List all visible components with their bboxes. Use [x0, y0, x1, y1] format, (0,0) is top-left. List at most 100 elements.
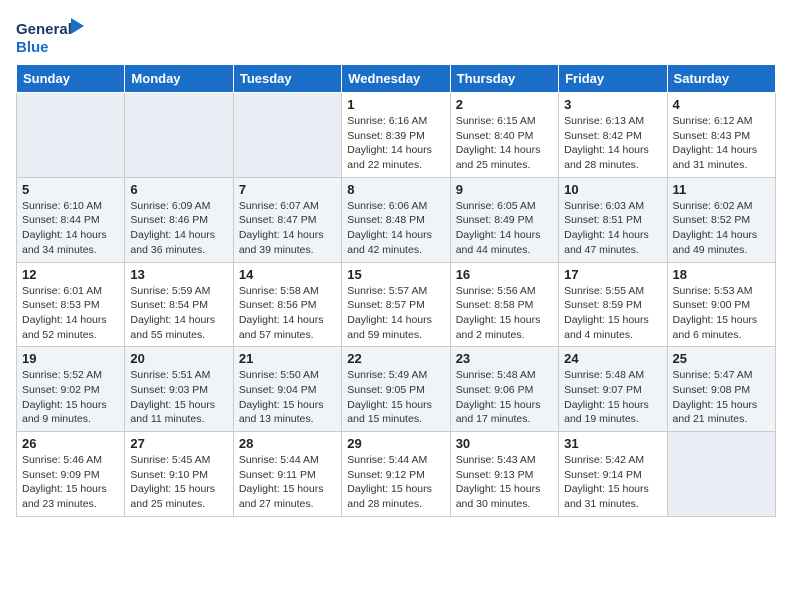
- day-number: 25: [673, 351, 770, 366]
- day-number: 27: [130, 436, 227, 451]
- day-info: Sunrise: 5:43 AM Sunset: 9:13 PM Dayligh…: [456, 453, 553, 512]
- day-number: 8: [347, 182, 444, 197]
- day-info: Sunrise: 6:05 AM Sunset: 8:49 PM Dayligh…: [456, 199, 553, 258]
- day-info: Sunrise: 5:51 AM Sunset: 9:03 PM Dayligh…: [130, 368, 227, 427]
- day-number: 12: [22, 267, 119, 282]
- calendar-cell: 13 Sunrise: 5:59 AM Sunset: 8:54 PM Dayli…: [125, 262, 233, 347]
- calendar-cell: 1Sunrise: 6:16 AM Sunset: 8:39 PM Daylig…: [342, 93, 450, 178]
- calendar-cell: 22 Sunrise: 5:49 AM Sunset: 9:05 PM Dayli…: [342, 347, 450, 432]
- day-number: 18: [673, 267, 770, 282]
- day-number: 3: [564, 97, 661, 112]
- calendar-cell: 15 Sunrise: 5:57 AM Sunset: 8:57 PM Dayli…: [342, 262, 450, 347]
- day-info: Sunrise: 5:56 AM Sunset: 8:58 PM Dayligh…: [456, 284, 553, 343]
- calendar-cell: 17 Sunrise: 5:55 AM Sunset: 8:59 PM Dayli…: [559, 262, 667, 347]
- calendar-table: SundayMondayTuesdayWednesdayThursdayFrid…: [16, 64, 776, 517]
- calendar-cell: 23Sunrise: 5:48 AM Sunset: 9:06 PM Dayli…: [450, 347, 558, 432]
- day-info: Sunrise: 6:03 AM Sunset: 8:51 PM Dayligh…: [564, 199, 661, 258]
- day-header-wednesday: Wednesday: [342, 65, 450, 93]
- day-info: Sunrise: 5:50 AM Sunset: 9:04 PM Dayligh…: [239, 368, 336, 427]
- day-info: Sunrise: 5:44 AM Sunset: 9:12 PM Dayligh…: [347, 453, 444, 512]
- calendar-cell: 5 Sunrise: 6:10 AM Sunset: 8:44 PM Daylig…: [17, 177, 125, 262]
- svg-text:Blue: Blue: [16, 39, 49, 56]
- calendar-cell: 20 Sunrise: 5:51 AM Sunset: 9:03 PM Dayli…: [125, 347, 233, 432]
- day-header-monday: Monday: [125, 65, 233, 93]
- calendar-cell: 28 Sunrise: 5:44 AM Sunset: 9:11 PM Dayli…: [233, 432, 341, 517]
- day-number: 11: [673, 182, 770, 197]
- day-info: Sunrise: 6:06 AM Sunset: 8:48 PM Dayligh…: [347, 199, 444, 258]
- day-info: Sunrise: 5:58 AM Sunset: 8:56 PM Dayligh…: [239, 284, 336, 343]
- calendar-cell: 7Sunrise: 6:07 AM Sunset: 8:47 PM Daylig…: [233, 177, 341, 262]
- day-info: Sunrise: 5:48 AM Sunset: 9:07 PM Dayligh…: [564, 368, 661, 427]
- calendar-cell: 8 Sunrise: 6:06 AM Sunset: 8:48 PM Daylig…: [342, 177, 450, 262]
- logo: GeneralBlue: [16, 16, 86, 56]
- day-header-saturday: Saturday: [667, 65, 775, 93]
- day-number: 30: [456, 436, 553, 451]
- calendar-header-row: SundayMondayTuesdayWednesdayThursdayFrid…: [17, 65, 776, 93]
- day-info: Sunrise: 5:48 AM Sunset: 9:06 PM Dayligh…: [456, 368, 553, 427]
- day-number: 24: [564, 351, 661, 366]
- day-number: 29: [347, 436, 444, 451]
- calendar-cell: 2Sunrise: 6:15 AM Sunset: 8:40 PM Daylig…: [450, 93, 558, 178]
- calendar-cell: [233, 93, 341, 178]
- day-info: Sunrise: 6:10 AM Sunset: 8:44 PM Dayligh…: [22, 199, 119, 258]
- day-info: Sunrise: 5:57 AM Sunset: 8:57 PM Dayligh…: [347, 284, 444, 343]
- day-info: Sunrise: 5:55 AM Sunset: 8:59 PM Dayligh…: [564, 284, 661, 343]
- calendar-cell: [17, 93, 125, 178]
- day-number: 5: [22, 182, 119, 197]
- calendar-cell: 3 Sunrise: 6:13 AM Sunset: 8:42 PM Daylig…: [559, 93, 667, 178]
- day-info: Sunrise: 5:59 AM Sunset: 8:54 PM Dayligh…: [130, 284, 227, 343]
- day-info: Sunrise: 6:16 AM Sunset: 8:39 PM Dayligh…: [347, 114, 444, 173]
- calendar-cell: 21 Sunrise: 5:50 AM Sunset: 9:04 PM Dayli…: [233, 347, 341, 432]
- day-info: Sunrise: 6:12 AM Sunset: 8:43 PM Dayligh…: [673, 114, 770, 173]
- day-header-tuesday: Tuesday: [233, 65, 341, 93]
- day-number: 20: [130, 351, 227, 366]
- day-info: Sunrise: 6:13 AM Sunset: 8:42 PM Dayligh…: [564, 114, 661, 173]
- calendar-cell: 4 Sunrise: 6:12 AM Sunset: 8:43 PM Daylig…: [667, 93, 775, 178]
- calendar-week-3: 12Sunrise: 6:01 AM Sunset: 8:53 PM Dayli…: [17, 262, 776, 347]
- calendar-cell: 25 Sunrise: 5:47 AM Sunset: 9:08 PM Dayli…: [667, 347, 775, 432]
- day-number: 9: [456, 182, 553, 197]
- calendar-cell: 19 Sunrise: 5:52 AM Sunset: 9:02 PM Dayli…: [17, 347, 125, 432]
- day-number: 10: [564, 182, 661, 197]
- day-info: Sunrise: 6:02 AM Sunset: 8:52 PM Dayligh…: [673, 199, 770, 258]
- day-number: 4: [673, 97, 770, 112]
- calendar-week-4: 19 Sunrise: 5:52 AM Sunset: 9:02 PM Dayli…: [17, 347, 776, 432]
- day-number: 17: [564, 267, 661, 282]
- calendar-cell: 29 Sunrise: 5:44 AM Sunset: 9:12 PM Dayli…: [342, 432, 450, 517]
- day-number: 14: [239, 267, 336, 282]
- day-number: 26: [22, 436, 119, 451]
- day-number: 21: [239, 351, 336, 366]
- day-info: Sunrise: 5:49 AM Sunset: 9:05 PM Dayligh…: [347, 368, 444, 427]
- day-header-thursday: Thursday: [450, 65, 558, 93]
- day-info: Sunrise: 5:53 AM Sunset: 9:00 PM Dayligh…: [673, 284, 770, 343]
- calendar-cell: 27Sunrise: 5:45 AM Sunset: 9:10 PM Dayli…: [125, 432, 233, 517]
- calendar-week-1: 1Sunrise: 6:16 AM Sunset: 8:39 PM Daylig…: [17, 93, 776, 178]
- calendar-week-5: 26 Sunrise: 5:46 AM Sunset: 9:09 PM Dayli…: [17, 432, 776, 517]
- logo-icon: GeneralBlue: [16, 16, 86, 56]
- day-number: 19: [22, 351, 119, 366]
- day-number: 6: [130, 182, 227, 197]
- calendar-cell: 11 Sunrise: 6:02 AM Sunset: 8:52 PM Dayli…: [667, 177, 775, 262]
- calendar-cell: 10 Sunrise: 6:03 AM Sunset: 8:51 PM Dayli…: [559, 177, 667, 262]
- day-number: 15: [347, 267, 444, 282]
- calendar-cell: 26 Sunrise: 5:46 AM Sunset: 9:09 PM Dayli…: [17, 432, 125, 517]
- day-info: Sunrise: 6:07 AM Sunset: 8:47 PM Dayligh…: [239, 199, 336, 258]
- day-info: Sunrise: 5:47 AM Sunset: 9:08 PM Dayligh…: [673, 368, 770, 427]
- calendar-cell: 30 Sunrise: 5:43 AM Sunset: 9:13 PM Dayli…: [450, 432, 558, 517]
- day-info: Sunrise: 5:44 AM Sunset: 9:11 PM Dayligh…: [239, 453, 336, 512]
- day-number: 16: [456, 267, 553, 282]
- day-info: Sunrise: 5:46 AM Sunset: 9:09 PM Dayligh…: [22, 453, 119, 512]
- calendar-cell: 31Sunrise: 5:42 AM Sunset: 9:14 PM Dayli…: [559, 432, 667, 517]
- calendar-cell: 24 Sunrise: 5:48 AM Sunset: 9:07 PM Dayli…: [559, 347, 667, 432]
- day-number: 28: [239, 436, 336, 451]
- calendar-cell: 18 Sunrise: 5:53 AM Sunset: 9:00 PM Dayli…: [667, 262, 775, 347]
- calendar-cell: 12Sunrise: 6:01 AM Sunset: 8:53 PM Dayli…: [17, 262, 125, 347]
- day-info: Sunrise: 5:52 AM Sunset: 9:02 PM Dayligh…: [22, 368, 119, 427]
- calendar-cell: [667, 432, 775, 517]
- calendar-week-2: 5 Sunrise: 6:10 AM Sunset: 8:44 PM Daylig…: [17, 177, 776, 262]
- day-header-friday: Friday: [559, 65, 667, 93]
- day-number: 2: [456, 97, 553, 112]
- day-number: 13: [130, 267, 227, 282]
- day-info: Sunrise: 5:42 AM Sunset: 9:14 PM Dayligh…: [564, 453, 661, 512]
- day-number: 22: [347, 351, 444, 366]
